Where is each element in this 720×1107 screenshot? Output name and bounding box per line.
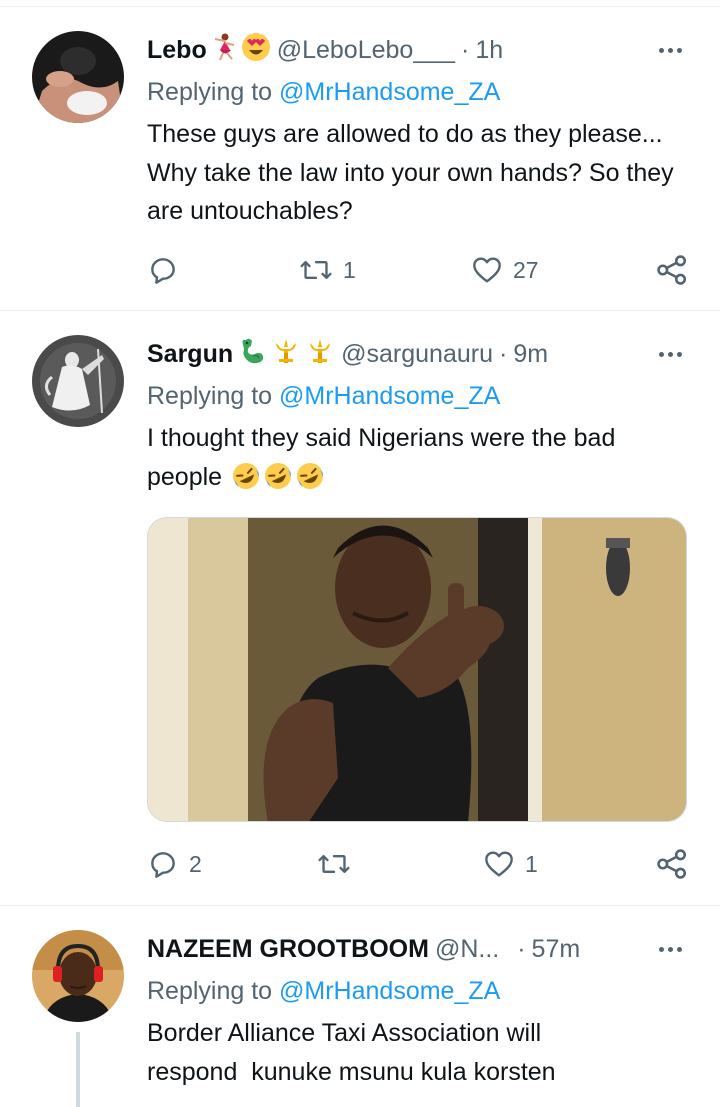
mention-link[interactable]: @MrHandsome_ZA [279, 382, 500, 410]
thread-connector [76, 1032, 80, 1107]
retweet-button[interactable]: 1 [299, 252, 356, 288]
display-name[interactable]: Lebo [147, 36, 207, 65]
separator-dot: · [461, 35, 470, 64]
replying-prefix: Replying to [147, 78, 280, 106]
tweet-actions: 2 1 [147, 846, 692, 882]
handle[interactable]: @sargunauru [341, 340, 493, 369]
tweet-header: Sargun @sargunauru · 9m [147, 337, 548, 371]
mention-link[interactable]: @MrHandsome_ZA [279, 977, 500, 1005]
rofl-emoji [295, 461, 325, 503]
mention-link[interactable]: @MrHandsome_ZA [279, 78, 500, 106]
heart-icon [473, 257, 501, 283]
reply-button[interactable] [147, 252, 189, 288]
top-border [0, 6, 720, 7]
share-icon [657, 255, 687, 285]
tweet-text: I thought they said Nigerians were the b… [147, 424, 616, 491]
timestamp[interactable]: 1h [475, 36, 503, 65]
retweet-button[interactable] [317, 846, 361, 882]
like-button[interactable]: 27 [471, 252, 539, 288]
handle[interactable]: @N... [435, 935, 499, 964]
replying-prefix: Replying to [147, 977, 280, 1005]
dragon-emoji [237, 336, 267, 373]
reply-button[interactable]: 2 [147, 846, 202, 882]
tweet-header: NAZEEM GROOTBOOM @N... · 57m [147, 932, 580, 966]
handle[interactable]: @LeboLebo___ [277, 36, 455, 65]
replying-to: Replying to @MrHandsome_ZA [147, 382, 500, 411]
retweet-icon [300, 260, 332, 280]
tweet-divider [0, 310, 720, 311]
replying-to: Replying to @MrHandsome_ZA [147, 78, 500, 107]
avatar[interactable] [32, 930, 124, 1022]
tweet-text: These guys are allowed to do as they ple… [147, 120, 674, 225]
like-button[interactable]: 1 [483, 846, 538, 882]
timestamp[interactable]: 9m [513, 340, 548, 369]
replying-to: Replying to @MrHandsome_ZA [147, 977, 500, 1006]
more-options-icon[interactable] [654, 939, 686, 959]
rofl-emoji [231, 461, 261, 503]
share-button[interactable] [655, 846, 689, 882]
tweet-divider [0, 905, 720, 906]
share-button[interactable] [655, 252, 689, 288]
more-options-icon[interactable] [654, 40, 686, 60]
more-options-icon[interactable] [654, 344, 686, 364]
like-count: 1 [525, 850, 538, 877]
share-icon [657, 849, 687, 879]
heart-eyes-emoji [241, 32, 271, 69]
trident-emoji [271, 337, 301, 372]
tweet-actions: 1 27 [147, 252, 692, 288]
tweet-text: Border Alliance Taxi Association will re… [147, 1019, 556, 1086]
trident-emoji [305, 337, 335, 372]
heart-icon [485, 851, 513, 877]
reply-icon [151, 852, 175, 878]
like-count: 27 [513, 256, 539, 283]
tweet-media-image[interactable] [147, 517, 687, 822]
tweet-text-block: I thought they said Nigerians were the b… [147, 419, 687, 502]
replying-prefix: Replying to [147, 382, 280, 410]
separator-dot: · [517, 934, 526, 963]
dancer-emoji [211, 33, 237, 68]
rofl-emoji [263, 461, 293, 503]
separator-dot: · [498, 339, 508, 368]
display-name[interactable]: NAZEEM GROOTBOOM [147, 935, 429, 964]
avatar[interactable] [32, 31, 124, 123]
retweet-icon [318, 854, 350, 874]
tweet-header: Lebo @LeboLebo___ · 1h [147, 32, 503, 69]
display-name[interactable]: Sargun [147, 340, 233, 369]
reply-count: 2 [189, 850, 202, 877]
avatar[interactable] [32, 335, 124, 427]
timestamp[interactable]: 57m [532, 935, 581, 964]
retweet-count: 1 [343, 256, 356, 283]
reply-icon [151, 258, 175, 284]
